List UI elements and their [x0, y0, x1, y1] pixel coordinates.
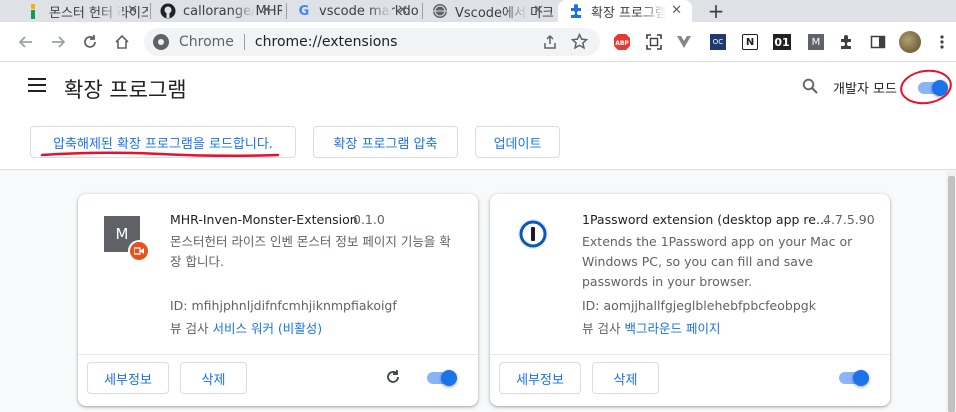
extension-name: 1Password extension (desktop app re...	[582, 212, 828, 227]
extension-description: Extends the 1Password app on your Mac or…	[582, 234, 853, 289]
puzzle-icon	[568, 3, 584, 19]
onepassword-icon	[517, 218, 549, 250]
notion-icon[interactable]: N	[738, 30, 762, 54]
developer-action-bar: 압축해제된 확장 프로그램을 로드합니다. 확장 프로그램 압축 업데이트	[0, 114, 956, 170]
browser-toolbar: Chrome chrome://extensions ABP OC N 01 M	[0, 22, 956, 62]
remove-button[interactable]: 삭제	[180, 362, 247, 394]
side-panel-icon[interactable]	[866, 30, 890, 54]
github-icon	[160, 3, 176, 19]
details-button[interactable]: 세부정보	[87, 362, 169, 394]
search-icon[interactable]	[802, 78, 818, 98]
address-url: chrome://extensions	[254, 34, 398, 50]
globe-icon	[432, 3, 448, 19]
google-icon: G	[298, 3, 310, 19]
extension-card: M MHR-Inven-Monster-Extension 0.1.0 몬스터헌…	[78, 194, 478, 406]
address-origin: Chrome	[179, 34, 234, 50]
extension-version: 4.7.5.90	[823, 212, 875, 227]
reload-icon[interactable]	[78, 30, 102, 54]
extension-card: 1Password extension (desktop app re... 4…	[490, 194, 890, 406]
screenshot-icon[interactable]	[642, 30, 666, 54]
tab-extensions[interactable]: 확장 프로그램 ✕	[558, 0, 692, 22]
service-worker-link[interactable]: 서비스 워커 (비활성)	[212, 321, 322, 336]
remove-button[interactable]: 삭제	[592, 362, 659, 394]
inspect-views: 뷰 검사 백그라운드 페이지	[582, 318, 720, 337]
extension-name: MHR-Inven-Monster-Extension	[170, 212, 358, 227]
bookmark-star-icon[interactable]	[570, 32, 589, 54]
home-icon[interactable]	[110, 30, 134, 54]
adblock-label: ABP	[615, 40, 629, 47]
avatar[interactable]	[898, 30, 922, 54]
extension-enable-toggle[interactable]	[839, 370, 869, 386]
close-tab-icon[interactable]: ✕	[533, 3, 544, 18]
vue-devtools-icon[interactable]	[672, 30, 696, 54]
inspect-views-label: 뷰 검사	[170, 321, 209, 336]
inspect-views: 뷰 검사 서비스 워커 (비활성)	[170, 318, 322, 337]
update-button[interactable]: 업데이트	[475, 126, 560, 158]
annotation-underline	[40, 151, 280, 158]
close-tab-icon[interactable]: ✕	[261, 3, 272, 18]
chrome-logo-icon	[153, 34, 169, 50]
details-button[interactable]: 세부정보	[499, 362, 581, 394]
extensions-puzzle-icon[interactable]	[834, 30, 858, 54]
address-bar[interactable]: Chrome chrome://extensions	[144, 28, 600, 56]
close-tab-icon[interactable]: ✕	[127, 3, 138, 18]
extensions-header: 확장 프로그램 개발자 모드	[0, 62, 956, 114]
m-extension-icon[interactable]: M	[804, 30, 828, 54]
unpacked-badge-icon	[128, 240, 150, 262]
extension-id: ID: aomjjhallfgjeglblehebfpbcfeobpgk	[582, 298, 816, 313]
tab-github[interactable]: callorange/MHR-Inven ✕	[160, 0, 282, 22]
hamburger-menu-icon[interactable]	[28, 78, 46, 92]
developer-mode-label: 개발자 모드	[833, 82, 897, 97]
tab-google-search[interactable]: G vscode markdown ✕	[296, 0, 418, 22]
pack-extension-button[interactable]: 확장 프로그램 압축	[313, 126, 458, 158]
close-tab-icon[interactable]: ✕	[397, 3, 408, 18]
tab-monster-hunter[interactable]: 몬스터 헌터 라이즈 ✕	[26, 0, 148, 22]
new-tab-button[interactable]: +	[704, 0, 728, 23]
extension-id: ID: mfihjphnljdifnfcmhjiknmpfiakoigf	[170, 298, 397, 313]
forward-icon[interactable]	[46, 30, 70, 54]
background-page-link[interactable]: 백그라운드 페이지	[624, 321, 720, 336]
tab-vscode-markdown[interactable]: Vscode에서 마크다운 ✕	[432, 0, 554, 22]
page-icon	[26, 3, 42, 19]
extension-description: 몬스터헌터 라이즈 인벤 몬스터 정보 페이지 기능을 확장 합니다.	[170, 234, 451, 269]
oc-extension-icon[interactable]: OC	[706, 30, 730, 54]
close-tab-icon[interactable]: ✕	[671, 3, 682, 18]
share-icon[interactable]	[542, 34, 558, 54]
reload-extension-icon[interactable]	[385, 369, 401, 389]
extension-01-icon[interactable]: 01	[770, 30, 794, 54]
tab-strip: 몬스터 헌터 라이즈 ✕ callorange/MHR-Inven ✕ G vs…	[0, 0, 956, 23]
back-icon[interactable]	[14, 30, 38, 54]
extension-version: 0.1.0	[353, 212, 385, 227]
extension-enable-toggle[interactable]	[427, 370, 457, 386]
page-title: 확장 프로그램	[64, 78, 187, 102]
adblock-icon[interactable]: ABP	[610, 30, 634, 54]
kebab-menu-icon[interactable]	[930, 30, 954, 54]
inspect-views-label: 뷰 검사	[582, 321, 621, 336]
scrollbar-thumb[interactable]	[948, 176, 955, 412]
